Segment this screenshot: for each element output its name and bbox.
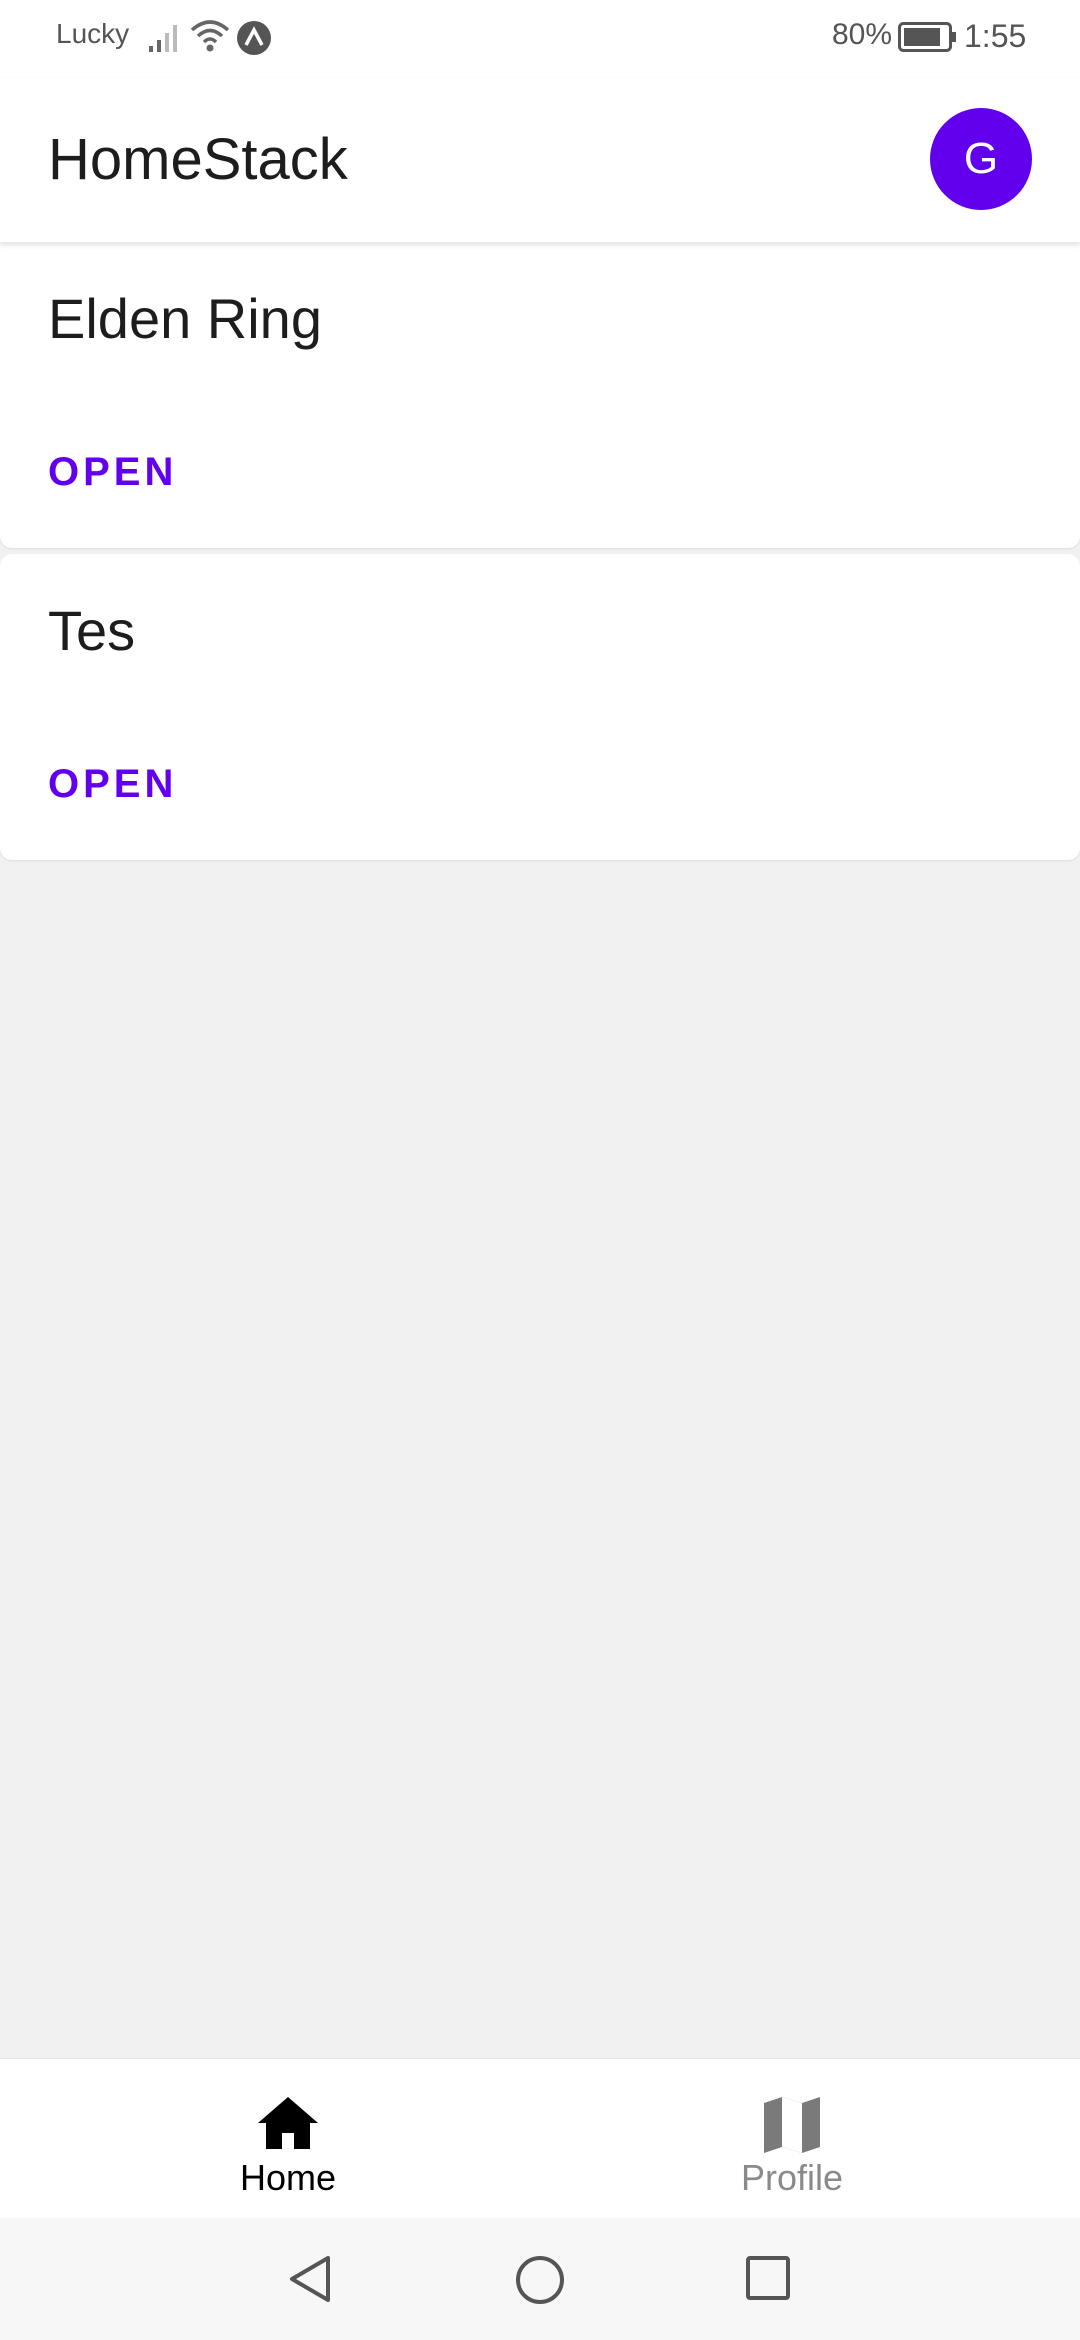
- expo-icon: [236, 20, 272, 61]
- card-tes: Tes OPEN: [0, 554, 1080, 860]
- app-bar: HomeStack G: [0, 78, 1080, 242]
- tab-profile-label: Profile: [740, 2157, 844, 2198]
- back-icon[interactable]: [286, 2254, 334, 2309]
- battery-percent: 80%: [832, 18, 893, 51]
- avatar[interactable]: G: [930, 108, 1032, 210]
- tab-home-label: Home: [239, 2157, 337, 2198]
- page-title: HomeStack: [48, 127, 348, 192]
- carrier-label: Lucky: [56, 18, 130, 49]
- tab-home[interactable]: Home: [18, 2059, 558, 2219]
- card-elden-ring: Elden Ring OPEN: [0, 242, 1080, 548]
- wifi-icon: [190, 18, 230, 59]
- screen: Lucky 80% 1:55 HomeStack G Elden Ring OP…: [0, 0, 1080, 2340]
- status-bar: Lucky 80% 1:55: [0, 0, 1080, 78]
- system-nav-bar: [0, 2218, 1080, 2340]
- avatar-letter: G: [963, 134, 999, 183]
- signal-icon: [148, 20, 182, 59]
- open-button[interactable]: OPEN: [48, 450, 177, 495]
- open-button[interactable]: OPEN: [48, 762, 177, 807]
- bottom-tab-bar: Home Profile: [0, 2058, 1080, 2219]
- home-circle-icon[interactable]: [514, 2254, 566, 2311]
- card-title: Elden Ring: [48, 287, 322, 350]
- recents-icon[interactable]: [744, 2254, 792, 2307]
- home-icon: [256, 2095, 320, 2156]
- card-title: Tes: [48, 599, 136, 662]
- battery-icon: [898, 22, 958, 57]
- tab-profile[interactable]: Profile: [522, 2059, 1062, 2219]
- clock: 1:55: [964, 18, 1027, 54]
- map-icon: [762, 2095, 822, 2160]
